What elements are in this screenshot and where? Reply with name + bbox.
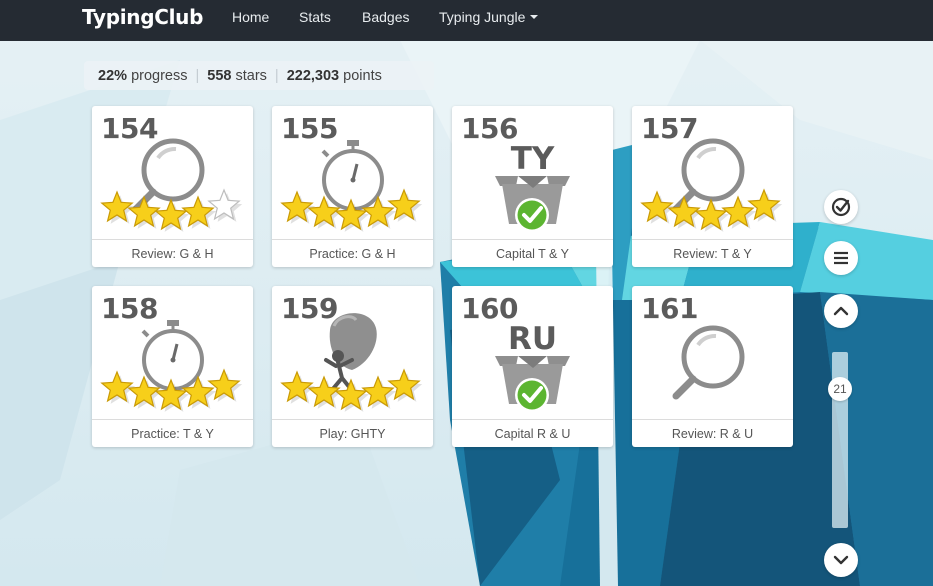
nav-home-link[interactable]: Home bbox=[232, 9, 269, 25]
lesson-title: Review: R & U bbox=[632, 419, 793, 447]
lesson-title: Practice: G & H bbox=[272, 239, 433, 267]
top-navbar: TypingClub Home Stats Badges Typing Jung… bbox=[0, 0, 933, 41]
lesson-title: Practice: T & Y bbox=[92, 419, 253, 447]
check-circle-icon bbox=[831, 197, 851, 217]
divider: | bbox=[274, 68, 279, 84]
lesson-title: Capital T & Y bbox=[452, 239, 613, 267]
lesson-title: Review: T & Y bbox=[632, 239, 793, 267]
chevron-down-icon bbox=[833, 555, 849, 565]
lesson-number: 156 bbox=[461, 112, 518, 145]
scroll-down-button[interactable] bbox=[824, 543, 858, 577]
points-count: 222,303 bbox=[286, 68, 340, 84]
lesson-card[interactable]: 154 Review: G & H bbox=[92, 106, 253, 267]
nav-badges-link[interactable]: Badges bbox=[362, 9, 409, 25]
lesson-number: 159 bbox=[281, 292, 338, 325]
lesson-number: 160 bbox=[461, 292, 518, 325]
lesson-card[interactable]: 161 Review: R & U bbox=[632, 286, 793, 447]
lesson-card[interactable]: 157 Review: T & Y bbox=[632, 106, 793, 267]
brand-logo[interactable]: TypingClub bbox=[82, 5, 203, 29]
completed-filter-button[interactable] bbox=[824, 190, 858, 224]
hamburger-icon bbox=[834, 251, 848, 265]
lesson-card[interactable]: 155 Practice: G & H bbox=[272, 106, 433, 267]
lesson-card[interactable]: 159 Play: GHTY bbox=[272, 286, 433, 447]
progress-percent: 22% bbox=[98, 68, 128, 84]
lesson-title: Review: G & H bbox=[92, 239, 253, 267]
lesson-number: 158 bbox=[101, 292, 158, 325]
scroll-up-button[interactable] bbox=[824, 294, 858, 328]
lesson-number: 161 bbox=[641, 292, 698, 325]
stars-count: 558 bbox=[207, 68, 232, 84]
menu-button[interactable] bbox=[824, 241, 858, 275]
lesson-scroll-thumb[interactable]: 21 bbox=[828, 377, 852, 401]
lesson-title: Play: GHTY bbox=[272, 419, 433, 447]
nav-stats-link[interactable]: Stats bbox=[299, 9, 331, 25]
nav-course-dropdown[interactable]: Typing Jungle bbox=[439, 9, 539, 25]
lesson-number: 155 bbox=[281, 112, 338, 145]
stars-label: stars bbox=[235, 68, 267, 84]
progress-label: progress bbox=[131, 68, 188, 84]
lesson-number: 154 bbox=[101, 112, 158, 145]
points-label: points bbox=[343, 68, 382, 84]
lesson-number: 157 bbox=[641, 112, 698, 145]
lesson-card[interactable]: TY 156 Capital T & Y bbox=[452, 106, 613, 267]
lesson-card[interactable]: RU 160 Capital R & U bbox=[452, 286, 613, 447]
divider: | bbox=[195, 68, 200, 84]
lesson-card[interactable]: 158 Practice: T & Y bbox=[92, 286, 253, 447]
caret-down-icon bbox=[530, 15, 539, 19]
progress-summary: 22% progress | 558 stars | 222,303 points bbox=[84, 61, 434, 90]
nav-course-dropdown-label: Typing Jungle bbox=[439, 9, 526, 25]
lesson-title: Capital R & U bbox=[452, 419, 613, 447]
chevron-up-icon bbox=[833, 306, 849, 316]
